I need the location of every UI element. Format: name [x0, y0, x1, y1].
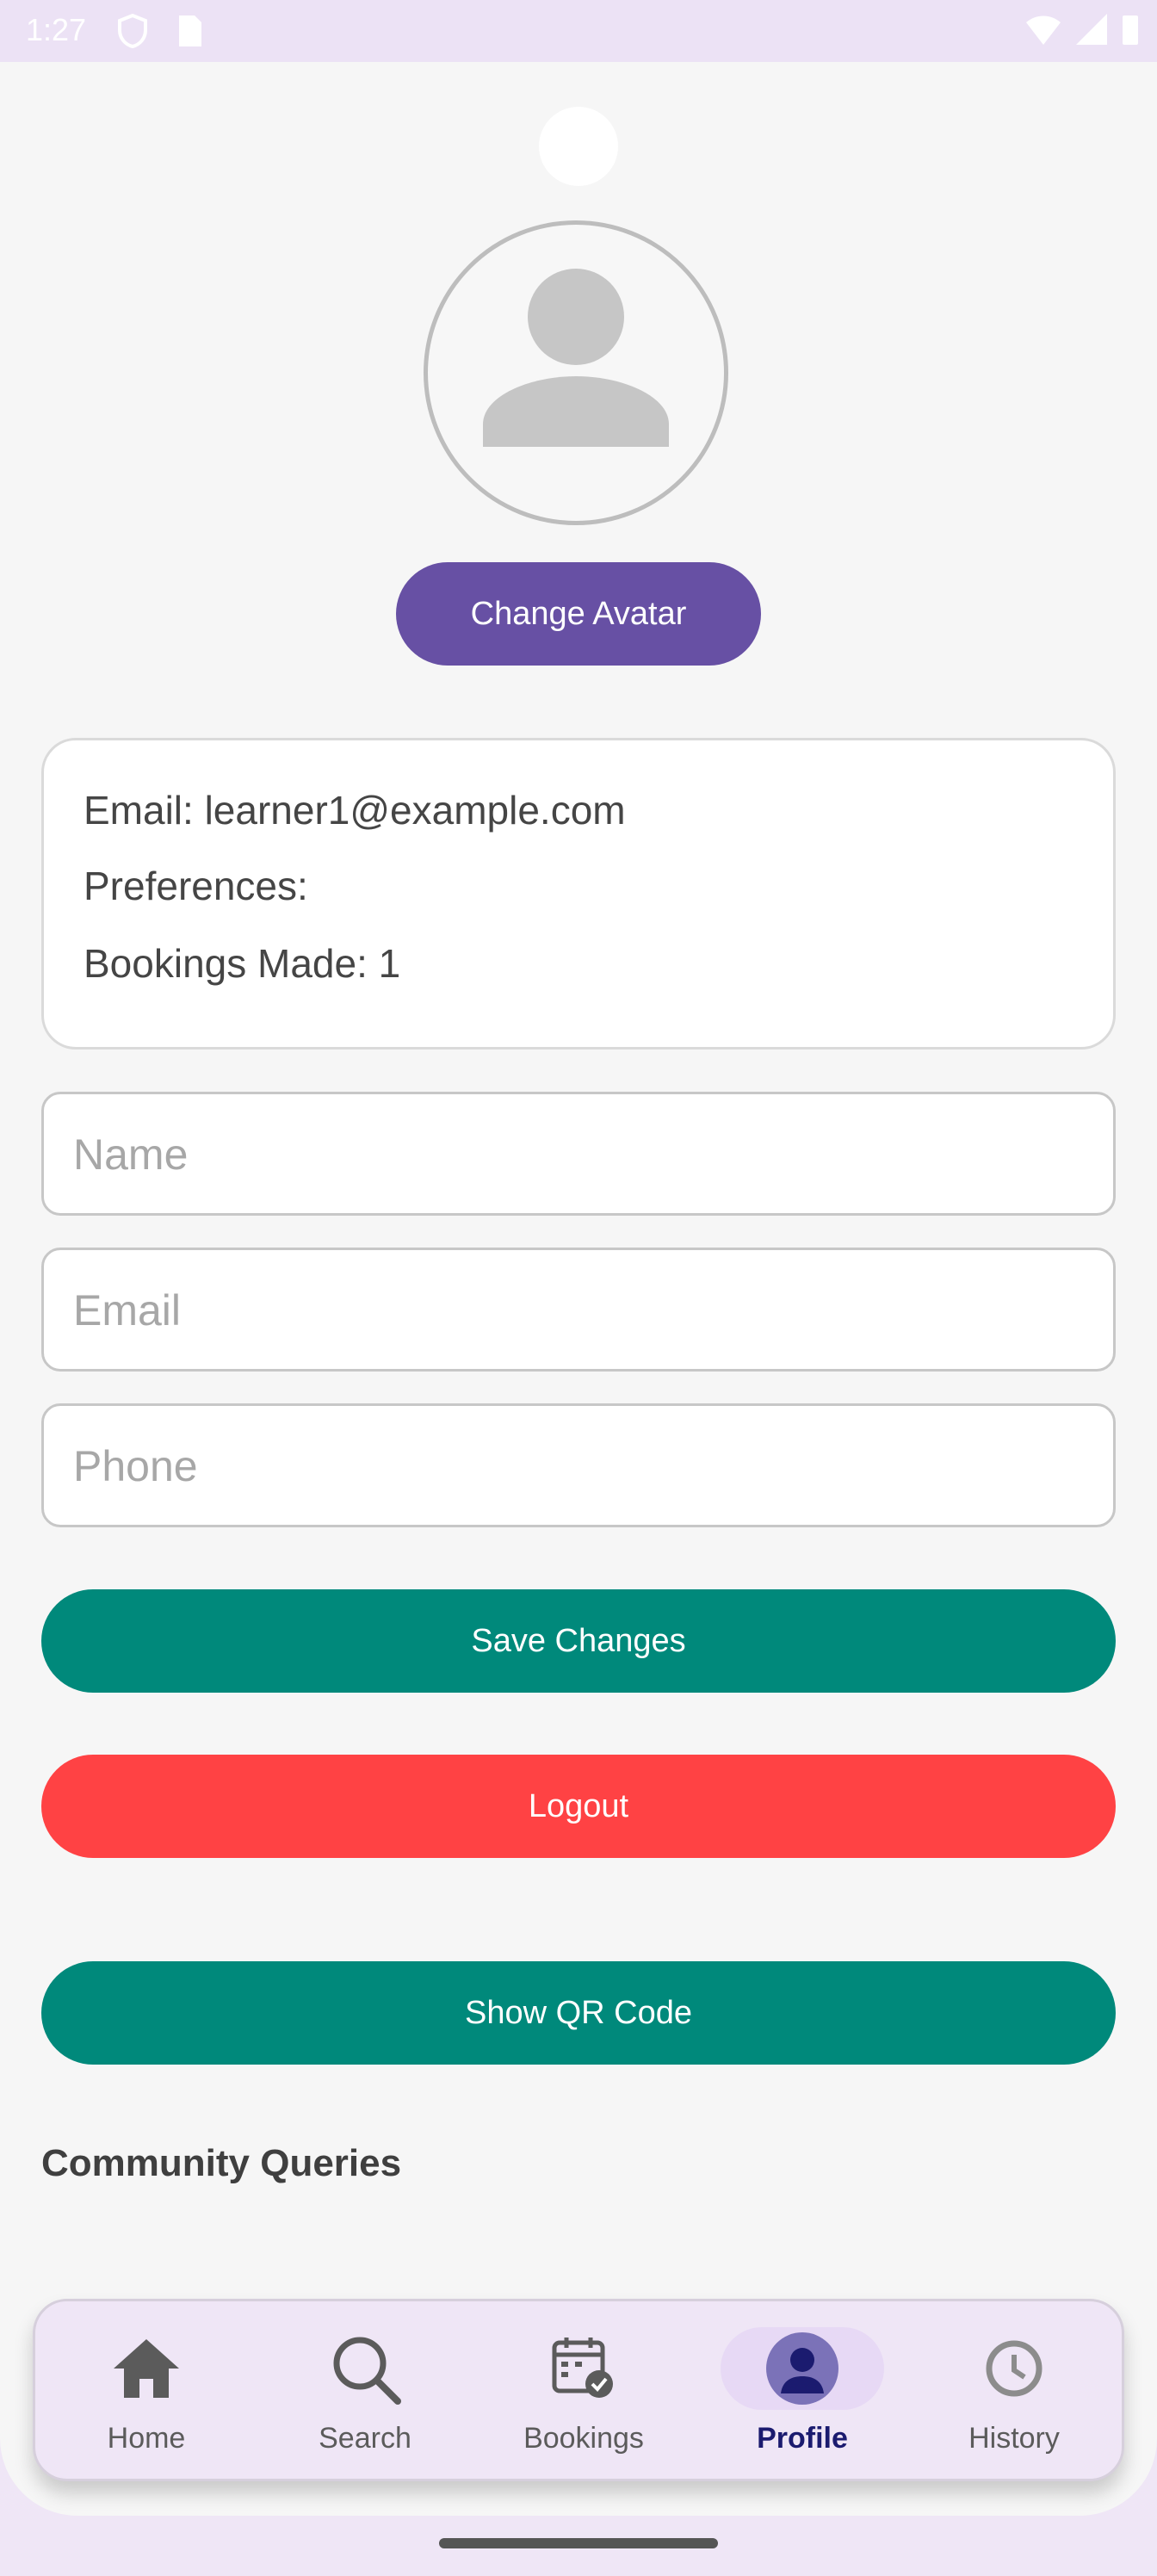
- nav-label-profile: Profile: [757, 2422, 848, 2455]
- preferences-info: Preferences:: [84, 864, 308, 908]
- profile-info-card: Email: learner1@example.com Preferences:…: [41, 738, 1116, 1050]
- show-qr-code-button[interactable]: Show QR Code: [41, 1961, 1116, 2065]
- nav-item-search[interactable]: Search: [256, 2301, 474, 2479]
- bookings-count-info: Bookings Made: 1: [84, 941, 401, 986]
- avatar: [424, 220, 728, 525]
- logout-button[interactable]: Logout: [41, 1755, 1116, 1858]
- bottom-nav: Home Search Bookings Profile History: [33, 2299, 1124, 2481]
- home-icon: [114, 2339, 179, 2398]
- status-time: 1:27: [26, 12, 87, 47]
- signal-icon: [1074, 12, 1109, 51]
- nav-label-history: History: [968, 2422, 1060, 2455]
- sim-card-icon: [177, 14, 203, 53]
- phone-field[interactable]: [41, 1403, 1116, 1527]
- nav-item-profile[interactable]: Profile: [693, 2301, 912, 2479]
- battery-icon: [1121, 12, 1140, 51]
- email-field[interactable]: [41, 1248, 1116, 1372]
- community-queries-title: Community Queries: [41, 2142, 402, 2184]
- home-indicator[interactable]: [439, 2538, 718, 2548]
- email-info: Email: learner1@example.com: [84, 788, 626, 833]
- shield-icon: [117, 13, 148, 53]
- search-icon: [333, 2337, 401, 2405]
- camera-cutout: [539, 107, 618, 186]
- nav-item-bookings[interactable]: Bookings: [474, 2301, 693, 2479]
- profile-screen: Change Avatar Email: learner1@example.co…: [0, 62, 1157, 2516]
- name-input[interactable]: [71, 1094, 1082, 1215]
- name-field[interactable]: [41, 1092, 1116, 1216]
- wifi-icon: [1024, 12, 1062, 51]
- nav-item-home[interactable]: Home: [37, 2301, 256, 2479]
- change-avatar-button[interactable]: Change Avatar: [396, 562, 761, 666]
- nav-active-indicator: [721, 2327, 884, 2410]
- nav-label-home: Home: [107, 2422, 186, 2455]
- nav-label-search: Search: [319, 2422, 411, 2455]
- nav-item-history[interactable]: History: [905, 2301, 1123, 2479]
- person-avatar-icon: [483, 269, 669, 447]
- person-icon: [766, 2332, 838, 2405]
- save-changes-button[interactable]: Save Changes: [41, 1589, 1116, 1693]
- nav-label-bookings: Bookings: [523, 2422, 644, 2455]
- email-input[interactable]: [71, 1250, 1082, 1371]
- phone-input[interactable]: [71, 1406, 1082, 1526]
- clock-icon: [986, 2340, 1043, 2397]
- status-bar: 1:27: [0, 0, 1157, 62]
- calendar-check-icon: [552, 2338, 613, 2398]
